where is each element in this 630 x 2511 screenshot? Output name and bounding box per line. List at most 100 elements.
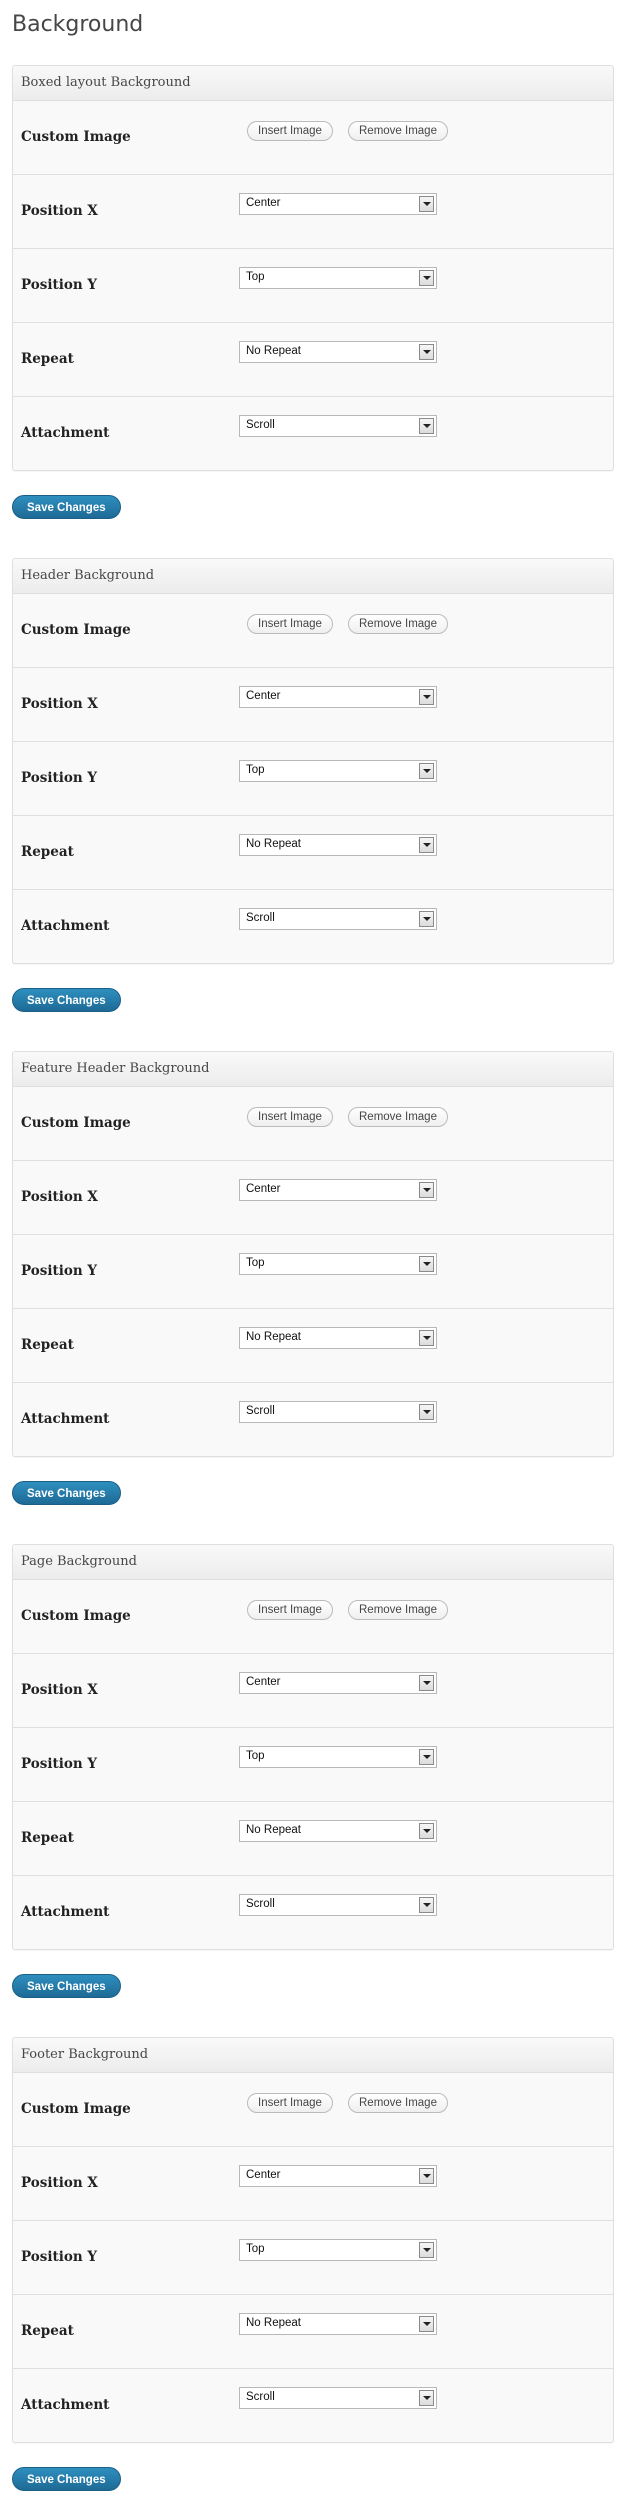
settings-panel: Feature Header Background Custom Image I… [12,1051,614,1457]
panel-title: Header Background [13,559,613,594]
insert-image-button[interactable]: Insert Image [247,1600,333,1620]
position-x-label: Position X [21,1189,98,1205]
panel-title: Footer Background [13,2038,613,2073]
attachment-label: Attachment [21,1411,110,1427]
repeat-label: Repeat [21,351,74,367]
attachment-select[interactable]: Scroll [239,2387,437,2409]
insert-image-button[interactable]: Insert Image [247,614,333,634]
save-changes-button[interactable]: Save Changes [12,988,121,1012]
attachment-select[interactable]: Scroll [239,1401,437,1423]
attachment-label: Attachment [21,1904,110,1920]
remove-image-button[interactable]: Remove Image [348,2093,448,2113]
position-y-select[interactable]: Top [239,1253,437,1275]
dropdown-arrow-icon [419,1897,434,1913]
dropdown-arrow-icon [419,2390,434,2406]
custom-image-label: Custom Image [21,129,131,145]
dropdown-arrow-icon [419,1675,434,1691]
dropdown-arrow-icon [419,418,434,434]
dropdown-arrow-icon [419,1256,434,1272]
section-boxed-layout-background: Boxed layout Background Custom Image Ins… [12,65,614,519]
remove-image-button[interactable]: Remove Image [348,121,448,141]
dropdown-arrow-icon [419,763,434,779]
repeat-value: No Repeat [246,2317,301,2329]
custom-image-row: Custom Image Insert Image Remove Image [13,594,613,668]
position-y-row: Position Y Top [13,742,613,816]
dropdown-arrow-icon [419,270,434,286]
dropdown-arrow-icon [419,196,434,212]
position-x-select[interactable]: Center [239,1672,437,1694]
attachment-value: Scroll [246,1405,275,1417]
save-changes-button[interactable]: Save Changes [12,1974,121,1998]
attachment-select[interactable]: Scroll [239,1894,437,1916]
repeat-label: Repeat [21,844,74,860]
section-page-background: Page Background Custom Image Insert Imag… [12,1544,614,1998]
repeat-label: Repeat [21,1337,74,1353]
position-y-select[interactable]: Top [239,267,437,289]
repeat-select[interactable]: No Repeat [239,1327,437,1349]
position-x-label: Position X [21,203,98,219]
repeat-select[interactable]: No Repeat [239,1820,437,1842]
insert-image-button[interactable]: Insert Image [247,1107,333,1127]
position-x-row: Position X Center [13,1161,613,1235]
section-footer-background: Footer Background Custom Image Insert Im… [12,2037,614,2491]
repeat-select[interactable]: No Repeat [239,834,437,856]
position-y-row: Position Y Top [13,1728,613,1802]
attachment-select[interactable]: Scroll [239,908,437,930]
panel-title: Page Background [13,1545,613,1580]
position-y-label: Position Y [21,1756,98,1772]
section-feature-header-background: Feature Header Background Custom Image I… [12,1051,614,1505]
attachment-row: Attachment Scroll [13,890,613,963]
position-x-select[interactable]: Center [239,193,437,215]
insert-image-button[interactable]: Insert Image [247,2093,333,2113]
custom-image-row: Custom Image Insert Image Remove Image [13,1580,613,1654]
position-x-row: Position X Center [13,668,613,742]
repeat-value: No Repeat [246,1331,301,1343]
position-x-row: Position X Center [13,175,613,249]
position-x-value: Center [246,2169,281,2181]
position-y-select[interactable]: Top [239,1746,437,1768]
dropdown-arrow-icon [419,911,434,927]
repeat-select[interactable]: No Repeat [239,2313,437,2335]
repeat-select[interactable]: No Repeat [239,341,437,363]
position-x-value: Center [246,1183,281,1195]
attachment-row: Attachment Scroll [13,2369,613,2442]
repeat-value: No Repeat [246,838,301,850]
remove-image-button[interactable]: Remove Image [348,614,448,634]
dropdown-arrow-icon [419,1330,434,1346]
position-y-value: Top [246,2243,265,2255]
save-changes-button[interactable]: Save Changes [12,1481,121,1505]
position-x-value: Center [246,1676,281,1688]
attachment-label: Attachment [21,918,110,934]
panel-title: Feature Header Background [13,1052,613,1087]
save-changes-button[interactable]: Save Changes [12,2467,121,2491]
attachment-row: Attachment Scroll [13,397,613,470]
position-x-select[interactable]: Center [239,1179,437,1201]
position-y-label: Position Y [21,2249,98,2265]
attachment-row: Attachment Scroll [13,1876,613,1949]
insert-image-button[interactable]: Insert Image [247,121,333,141]
position-y-select[interactable]: Top [239,760,437,782]
remove-image-button[interactable]: Remove Image [348,1600,448,1620]
repeat-row: Repeat No Repeat [13,816,613,890]
dropdown-arrow-icon [419,2316,434,2332]
save-changes-button[interactable]: Save Changes [12,495,121,519]
position-y-select[interactable]: Top [239,2239,437,2261]
remove-image-button[interactable]: Remove Image [348,1107,448,1127]
attachment-select[interactable]: Scroll [239,415,437,437]
section-header-background: Header Background Custom Image Insert Im… [12,558,614,1012]
custom-image-label: Custom Image [21,1608,131,1624]
repeat-row: Repeat No Repeat [13,1802,613,1876]
position-x-row: Position X Center [13,1654,613,1728]
attachment-value: Scroll [246,912,275,924]
position-x-label: Position X [21,696,98,712]
repeat-value: No Repeat [246,1824,301,1836]
position-y-label: Position Y [21,770,98,786]
repeat-label: Repeat [21,2323,74,2339]
attachment-value: Scroll [246,1898,275,1910]
page-title: Background [12,12,144,37]
custom-image-row: Custom Image Insert Image Remove Image [13,101,613,175]
position-x-select[interactable]: Center [239,2165,437,2187]
position-y-value: Top [246,764,265,776]
dropdown-arrow-icon [419,1182,434,1198]
position-x-select[interactable]: Center [239,686,437,708]
